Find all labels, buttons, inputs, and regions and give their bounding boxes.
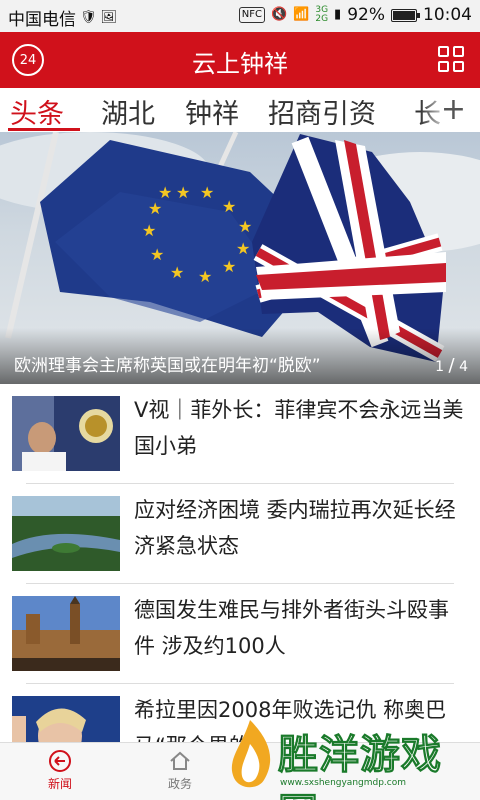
- hero-page-total: 4: [459, 359, 468, 375]
- svg-text:★: ★: [170, 263, 184, 282]
- hero-pager: 1 / 4: [435, 355, 468, 376]
- svg-text:★: ★: [142, 221, 156, 240]
- svg-text:★: ★: [222, 197, 236, 216]
- battery-icon: [391, 8, 420, 22]
- nav-news-label: 新闻: [47, 777, 72, 791]
- grid-cell: [438, 61, 449, 72]
- news-thumbnail: [12, 396, 120, 471]
- status-bar: 中国电信 🛡 🖼 NFC 🔇 📶 3G 2G ▮ 92% 10:04: [0, 0, 480, 32]
- hero-page-separator: /: [448, 355, 455, 376]
- hero-page-current: 1: [435, 359, 445, 375]
- add-channel-button[interactable]: +: [441, 92, 466, 127]
- grid-cell: [453, 46, 464, 57]
- svg-text:★: ★: [176, 183, 190, 202]
- tab-investment[interactable]: 招商引资: [268, 92, 376, 131]
- active-tab-indicator: [8, 128, 80, 131]
- watermark-url: www.sxshengyangmdp.com: [280, 778, 407, 788]
- watermark-logo: 胜洋游戏网 www.sxshengyangmdp.com: [220, 710, 480, 800]
- news-title: V视｜菲外长：菲律宾不会永远当美国小弟: [134, 398, 464, 458]
- shield-icon: 🛡: [80, 9, 97, 25]
- mute-icon: 🔇: [270, 7, 288, 22]
- clock: 10:04: [423, 5, 472, 25]
- image-icon: 🖼: [100, 9, 118, 25]
- hero-caption: 欧洲理事会主席称英国或在明年初“脱欧”: [14, 356, 321, 376]
- tab-hubei[interactable]: 湖北: [101, 92, 155, 131]
- list-item[interactable]: 德国发生难民与排外者街头斗殴事件 涉及约100人: [0, 584, 480, 684]
- list-item[interactable]: V视｜菲外长：菲律宾不会永远当美国小弟: [0, 384, 480, 484]
- tab-zhongxiang[interactable]: 钟祥: [185, 92, 239, 131]
- nav-government[interactable]: 政务: [150, 749, 210, 792]
- battery-percent: 92%: [347, 5, 385, 25]
- signal-icon: ▮: [334, 7, 342, 22]
- svg-text:★: ★: [200, 183, 214, 202]
- status-left: 中国电信 🛡 🖼: [8, 5, 118, 31]
- page-title: 云上钟祥: [192, 50, 288, 78]
- carrier-label: 中国电信: [8, 10, 76, 30]
- news-icon: [49, 750, 71, 772]
- nfc-icon: NFC: [238, 7, 265, 23]
- app-header: 24 云上钟祥: [0, 32, 480, 88]
- tab-headline[interactable]: 头条: [10, 92, 64, 131]
- list-item[interactable]: 应对经济困境 委内瑞拉再次延长经济紧急状态: [0, 484, 480, 584]
- news-thumbnail: [12, 496, 120, 571]
- news-thumbnail: [12, 596, 120, 671]
- status-right: NFC 🔇 📶 3G 2G ▮ 92% 10:04: [238, 5, 472, 25]
- flame-icon: [231, 720, 271, 788]
- svg-text:★: ★: [236, 239, 250, 258]
- grid-cell: [453, 61, 464, 72]
- nav-government-label: 政务: [167, 777, 192, 791]
- battery-fill: [393, 10, 416, 20]
- svg-text:★: ★: [158, 183, 172, 202]
- home-icon: [170, 751, 190, 770]
- wifi-icon: 📶: [293, 7, 310, 22]
- grid-menu-button[interactable]: [438, 46, 466, 74]
- grid-menu-icon: [438, 46, 449, 57]
- svg-text:★: ★: [222, 257, 236, 276]
- nav-news[interactable]: 新闻: [30, 749, 90, 792]
- svg-text:★: ★: [198, 267, 212, 286]
- svg-text:★: ★: [238, 217, 252, 236]
- svg-text:★: ★: [150, 245, 164, 264]
- hero-banner[interactable]: ★ ★ ★ ★ ★ ★ ★ ★ ★ ★ ★ ★ 欧洲理事会主席称英国或在明年初“…: [0, 132, 480, 384]
- network-type: 3G 2G: [315, 5, 329, 24]
- channel-tabs: 头条 湖北 钟祥 招商引资 长 +: [0, 88, 480, 132]
- watermark-text: 胜洋游戏网: [278, 732, 442, 800]
- news-title: 德国发生难民与排外者街头斗殴事件 涉及约100人: [134, 598, 449, 658]
- news-title: 应对经济困境 委内瑞拉再次延长经济紧急状态: [134, 498, 456, 558]
